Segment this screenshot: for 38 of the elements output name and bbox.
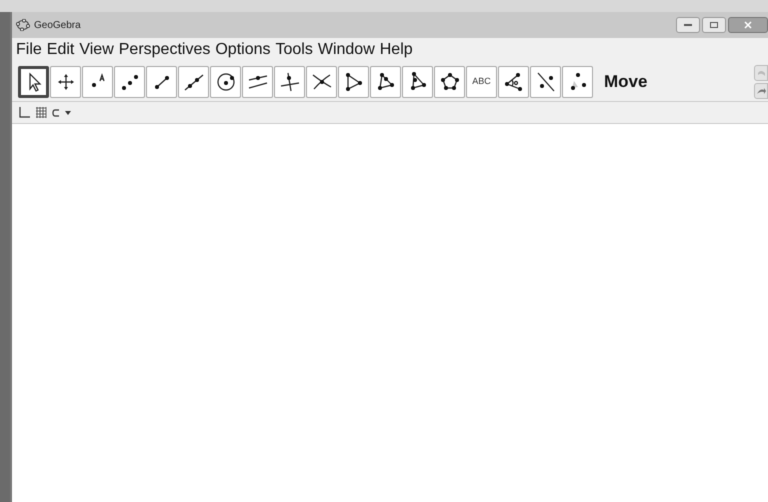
- tool-button[interactable]: ABC: [466, 66, 497, 98]
- menu-item[interactable]: Options: [215, 42, 270, 58]
- tool-button[interactable]: [530, 66, 561, 98]
- tool-button[interactable]: [402, 66, 433, 98]
- tool-button[interactable]: [178, 66, 209, 98]
- maximize-button[interactable]: [702, 17, 726, 33]
- menu-item[interactable]: Tools: [275, 42, 313, 58]
- tool-button[interactable]: [434, 66, 465, 98]
- tool-button[interactable]: [18, 66, 49, 98]
- dropdown-caret-icon[interactable]: [65, 110, 71, 114]
- app-logo-icon: [16, 19, 30, 31]
- tool-button[interactable]: [50, 66, 81, 98]
- redo-icon: [756, 86, 766, 96]
- window-title: GeoGebra: [34, 18, 81, 32]
- tool-button[interactable]: [306, 66, 337, 98]
- axes-icon[interactable]: [18, 106, 30, 118]
- close-icon: [744, 21, 752, 29]
- tool-button[interactable]: [82, 66, 113, 98]
- tool-name: Move: [604, 70, 648, 93]
- minimize-button[interactable]: [676, 17, 700, 33]
- menu-item[interactable]: Window: [318, 42, 375, 58]
- redo-button[interactable]: [754, 82, 768, 98]
- tool-button[interactable]: [338, 66, 369, 98]
- tool-button[interactable]: [562, 66, 593, 98]
- menu-item[interactable]: Help: [380, 42, 413, 58]
- close-button[interactable]: [728, 17, 768, 33]
- tool-button[interactable]: [146, 66, 177, 98]
- menu-item[interactable]: View: [79, 42, 114, 58]
- tool-button[interactable]: [370, 66, 401, 98]
- tool-button[interactable]: [274, 66, 305, 98]
- tool-button[interactable]: [242, 66, 273, 98]
- grid-icon[interactable]: [35, 106, 47, 118]
- menu-item[interactable]: Perspectives: [118, 42, 210, 58]
- menu-item[interactable]: File: [16, 42, 42, 58]
- menu-item[interactable]: Edit: [46, 42, 74, 58]
- tool-button[interactable]: [498, 66, 529, 98]
- tool-button[interactable]: [114, 66, 145, 98]
- tool-button[interactable]: [210, 66, 241, 98]
